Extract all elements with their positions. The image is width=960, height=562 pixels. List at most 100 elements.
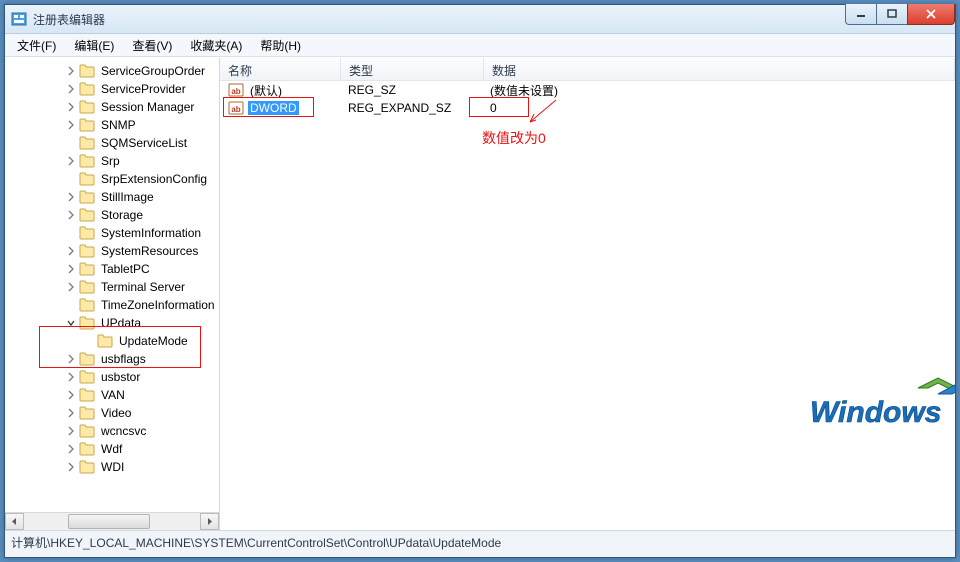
folder-icon	[79, 352, 95, 366]
menu-favorites[interactable]: 收藏夹(A)	[182, 35, 250, 56]
annotation-text: 数值改为0	[482, 128, 546, 148]
tree-node-van[interactable]: VAN	[5, 386, 219, 404]
tree-node-timezoneinformation[interactable]: TimeZoneInformation	[5, 296, 219, 314]
expand-toggle-icon[interactable]	[65, 281, 77, 293]
tree-pane[interactable]: ServiceGroupOrder ServiceProvider Session …	[5, 58, 220, 530]
tree-node-usbstor[interactable]: usbstor	[5, 368, 219, 386]
tree-node-stillimage[interactable]: StillImage	[5, 188, 219, 206]
folder-icon	[79, 100, 95, 114]
expand-toggle-icon[interactable]	[65, 371, 77, 383]
minimize-button[interactable]	[845, 4, 877, 25]
tree-node-label: UPdata	[99, 316, 143, 330]
folder-icon	[79, 82, 95, 96]
expand-toggle-icon[interactable]	[65, 137, 77, 149]
expand-toggle-icon[interactable]	[65, 83, 77, 95]
menu-edit[interactable]: 编辑(E)	[66, 35, 122, 56]
maximize-button[interactable]	[876, 4, 908, 25]
tree-node-label: Wdf	[99, 442, 124, 456]
expand-toggle-icon[interactable]	[65, 191, 77, 203]
column-type[interactable]: 类型	[341, 58, 484, 80]
menu-file[interactable]: 文件(F)	[9, 35, 64, 56]
expand-toggle-icon[interactable]	[65, 101, 77, 113]
close-button[interactable]	[907, 4, 955, 25]
tree-node-updatemode[interactable]: UpdateMode	[5, 332, 219, 350]
tree-node-wcncsvc[interactable]: wcncsvc	[5, 422, 219, 440]
scroll-right-button[interactable]	[200, 513, 219, 530]
watermark-logo: Windows 7 en .com	[810, 376, 955, 443]
value-data: (数值未设置)	[482, 81, 955, 100]
expand-toggle-icon[interactable]	[65, 407, 77, 419]
tree-node-usbflags[interactable]: usbflags	[5, 350, 219, 368]
value-name: DWORD	[248, 101, 299, 115]
tree-horizontal-scrollbar[interactable]	[5, 512, 219, 530]
value-row[interactable]: ab (默认) REG_SZ(数值未设置)	[220, 81, 955, 99]
expand-toggle-icon[interactable]	[65, 263, 77, 275]
tree-node-session-manager[interactable]: Session Manager	[5, 98, 219, 116]
scroll-thumb[interactable]	[68, 514, 150, 529]
column-name[interactable]: 名称	[220, 58, 341, 80]
tree-node-wdi[interactable]: WDI	[5, 458, 219, 476]
tree-node-tabletpc[interactable]: TabletPC	[5, 260, 219, 278]
string-value-icon: ab	[228, 82, 244, 98]
tree-node-video[interactable]: Video	[5, 404, 219, 422]
tree-node-label: UpdateMode	[117, 334, 190, 348]
tree-node-serviceprovider[interactable]: ServiceProvider	[5, 80, 219, 98]
expand-toggle-icon[interactable]	[65, 209, 77, 221]
value-name: (默认)	[248, 82, 284, 99]
tree-node-sqmservicelist[interactable]: SQMServiceList	[5, 134, 219, 152]
folder-icon	[79, 298, 95, 312]
tree-node-label: SNMP	[99, 118, 138, 132]
expand-toggle-icon[interactable]	[65, 119, 77, 131]
expand-toggle-icon[interactable]	[65, 353, 77, 365]
tree-node-label: SrpExtensionConfig	[99, 172, 209, 186]
tree-node-updata[interactable]: UPdata	[5, 314, 219, 332]
tree-node-servicegrouporder[interactable]: ServiceGroupOrder	[5, 62, 219, 80]
folder-icon	[79, 370, 95, 384]
tree-node-terminal-server[interactable]: Terminal Server	[5, 278, 219, 296]
svg-text:ab: ab	[231, 87, 240, 96]
folder-icon	[97, 334, 113, 348]
expand-toggle-icon[interactable]	[65, 389, 77, 401]
column-data[interactable]: 数据	[484, 58, 955, 80]
expand-toggle-icon[interactable]	[65, 425, 77, 437]
list-rows: ab (默认) REG_SZ(数值未设置)abDWORDREG_EXPAND_SZ0	[220, 81, 955, 117]
client-area: ServiceGroupOrder ServiceProvider Session …	[5, 57, 955, 530]
expand-toggle-icon[interactable]	[65, 173, 77, 185]
tree-node-systemresources[interactable]: SystemResources	[5, 242, 219, 260]
menu-view[interactable]: 查看(V)	[124, 35, 180, 56]
tree-node-srp[interactable]: Srp	[5, 152, 219, 170]
value-row[interactable]: abDWORDREG_EXPAND_SZ0	[220, 99, 955, 117]
expand-toggle-icon[interactable]	[65, 299, 77, 311]
tree-node-label: usbstor	[99, 370, 142, 384]
expand-toggle-icon[interactable]	[65, 317, 77, 329]
tree-node-wdf[interactable]: Wdf	[5, 440, 219, 458]
list-pane[interactable]: 名称 类型 数据 ab (默认) REG_SZ(数值未设置)abDWORDREG_E…	[220, 58, 955, 530]
tree-node-label: ServiceProvider	[99, 82, 188, 96]
titlebar[interactable]: 注册表编辑器	[5, 5, 955, 34]
tree-node-label: Terminal Server	[99, 280, 187, 294]
value-type: REG_SZ	[340, 82, 482, 98]
menu-help[interactable]: 帮助(H)	[252, 35, 309, 56]
tree-node-storage[interactable]: Storage	[5, 206, 219, 224]
expand-toggle-icon[interactable]	[65, 443, 77, 455]
expand-toggle-icon[interactable]	[65, 155, 77, 167]
expand-toggle-icon[interactable]	[65, 65, 77, 77]
folder-icon	[79, 190, 95, 204]
expand-toggle-icon[interactable]	[65, 461, 77, 473]
tree-node-srpextensionconfig[interactable]: SrpExtensionConfig	[5, 170, 219, 188]
expand-toggle-icon[interactable]	[65, 245, 77, 257]
expand-toggle-icon[interactable]	[83, 335, 95, 347]
tree-node-systeminformation[interactable]: SystemInformation	[5, 224, 219, 242]
expand-toggle-icon[interactable]	[65, 227, 77, 239]
scroll-track[interactable]	[24, 514, 200, 529]
tree-node-label: Video	[99, 406, 133, 420]
folder-icon	[79, 460, 95, 474]
scroll-left-button[interactable]	[5, 513, 24, 530]
tree-node-snmp[interactable]: SNMP	[5, 116, 219, 134]
window-title: 注册表编辑器	[33, 11, 105, 28]
folder-icon	[79, 442, 95, 456]
tree-node-label: SQMServiceList	[99, 136, 189, 150]
folder-icon	[79, 244, 95, 258]
tree-node-label: SystemResources	[99, 244, 200, 258]
folder-icon	[79, 208, 95, 222]
